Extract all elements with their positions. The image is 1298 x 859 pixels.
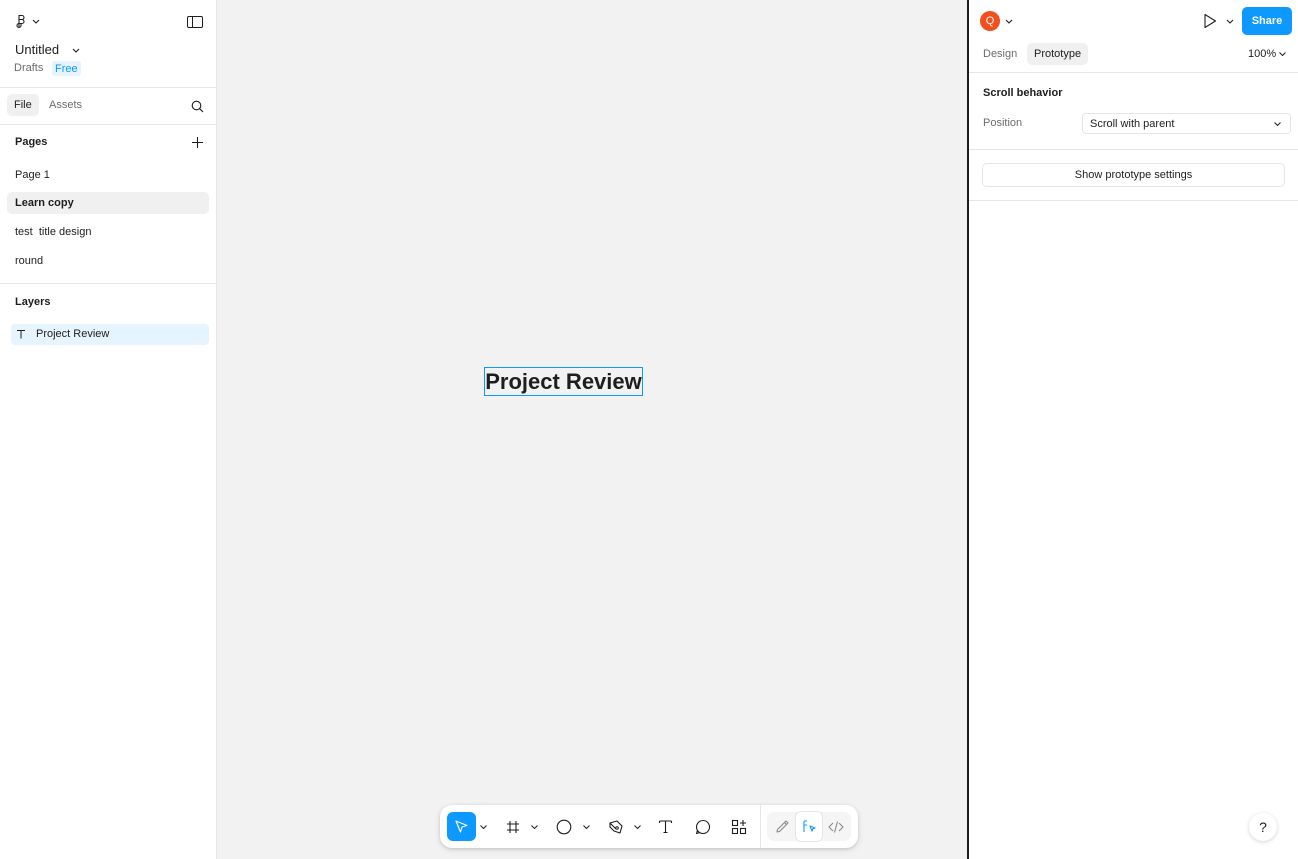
text-tool-button[interactable] bbox=[651, 812, 680, 841]
chevron-down-icon[interactable] bbox=[70, 44, 82, 56]
divider bbox=[0, 124, 216, 125]
actions-grid-icon bbox=[731, 819, 746, 834]
frame-tool-button[interactable] bbox=[498, 812, 527, 841]
right-panel: Q Share Design Prototype 100% Scroll beh… bbox=[967, 0, 1298, 859]
divider bbox=[969, 72, 1298, 73]
text-layer-icon bbox=[15, 328, 27, 340]
scroll-behavior-heading: Scroll behavior bbox=[983, 87, 1063, 99]
tab-design[interactable]: Design bbox=[976, 43, 1024, 65]
plus-icon bbox=[191, 136, 203, 148]
plan-badge: Free bbox=[52, 61, 81, 76]
layer-name: Project Review bbox=[36, 328, 110, 340]
chevron-down-icon[interactable] bbox=[632, 812, 642, 841]
code-icon bbox=[828, 820, 844, 833]
zoom-level[interactable]: 100% bbox=[1248, 48, 1276, 60]
canvas[interactable]: Project Review bbox=[217, 0, 967, 859]
pages-heading: Pages bbox=[15, 136, 48, 148]
chevron-down-icon[interactable] bbox=[1225, 16, 1235, 26]
design-mode-icon bbox=[802, 820, 816, 832]
help-button[interactable]: ? bbox=[1249, 813, 1277, 841]
toolbar-divider bbox=[760, 805, 761, 848]
search-icon[interactable] bbox=[189, 98, 205, 114]
page-item-page-1[interactable]: Page 1 bbox=[7, 164, 209, 186]
page-item-learn-copy[interactable]: Learn copy bbox=[7, 192, 209, 214]
canvas-text-layer[interactable]: Project Review bbox=[484, 367, 643, 396]
tab-prototype[interactable]: Prototype bbox=[1027, 43, 1089, 65]
position-value: Scroll with parent bbox=[1090, 118, 1175, 130]
chevron-down-icon[interactable] bbox=[478, 812, 488, 841]
chevron-down-icon bbox=[1273, 120, 1281, 128]
pen-tool-button[interactable] bbox=[601, 812, 630, 841]
main-menu-button[interactable] bbox=[13, 12, 43, 30]
page-item-round[interactable]: round bbox=[7, 250, 209, 272]
actions-tool-button[interactable] bbox=[724, 812, 753, 841]
chevron-down-icon[interactable] bbox=[529, 812, 539, 841]
tab-file[interactable]: File bbox=[7, 94, 39, 116]
sidebar-toggle-icon[interactable] bbox=[186, 14, 204, 30]
move-tool-button[interactable] bbox=[447, 812, 476, 841]
comment-icon bbox=[695, 819, 710, 834]
avatar[interactable]: Q bbox=[980, 11, 1000, 31]
chevron-down-icon[interactable] bbox=[581, 812, 591, 841]
divider bbox=[0, 87, 216, 88]
divider bbox=[0, 283, 216, 284]
position-select[interactable]: Scroll with parent bbox=[1082, 113, 1291, 134]
divider bbox=[969, 200, 1298, 201]
shape-tool-button[interactable] bbox=[549, 812, 578, 841]
chevron-down-icon[interactable] bbox=[1004, 16, 1014, 26]
pen-icon bbox=[608, 819, 623, 834]
design-mode-button[interactable] bbox=[796, 812, 822, 841]
layer-item[interactable]: Project Review bbox=[11, 324, 209, 345]
file-name[interactable]: Untitled bbox=[15, 42, 59, 57]
cursor-arrow-icon bbox=[455, 820, 468, 833]
share-button[interactable]: Share bbox=[1242, 7, 1292, 35]
file-location[interactable]: Drafts bbox=[14, 62, 43, 74]
dev-mode-button[interactable] bbox=[823, 812, 849, 841]
position-label: Position bbox=[983, 117, 1023, 129]
tab-assets[interactable]: Assets bbox=[42, 94, 89, 116]
layers-heading: Layers bbox=[15, 296, 51, 308]
figma-logo-icon bbox=[16, 14, 40, 29]
comment-tool-button[interactable] bbox=[688, 812, 717, 841]
chevron-down-icon[interactable] bbox=[1278, 50, 1286, 58]
present-play-icon[interactable] bbox=[1201, 12, 1219, 30]
divider bbox=[969, 149, 1298, 150]
add-page-button[interactable] bbox=[189, 134, 205, 150]
ellipse-icon bbox=[556, 819, 571, 834]
bottom-toolbar bbox=[440, 805, 858, 848]
draw-pencil-icon bbox=[775, 820, 789, 833]
text-icon bbox=[658, 820, 673, 834]
left-panel: Untitled Drafts Free File Assets Pages P… bbox=[0, 0, 217, 859]
draw-mode-button[interactable] bbox=[769, 812, 795, 841]
show-prototype-settings-button[interactable]: Show prototype settings bbox=[982, 163, 1285, 187]
page-item-test-title-design[interactable]: test title design bbox=[7, 221, 209, 243]
frame-icon bbox=[506, 820, 519, 833]
